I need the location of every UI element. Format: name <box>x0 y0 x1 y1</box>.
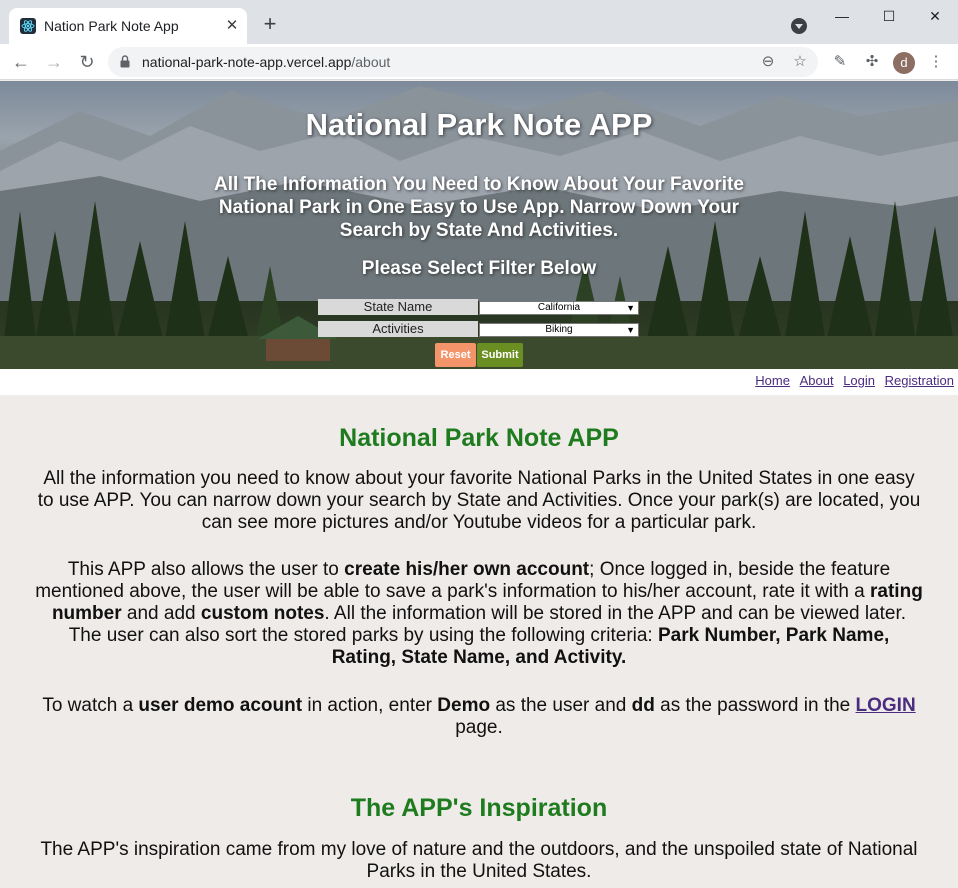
eyedropper-extension-icon[interactable]: ✎ <box>830 52 850 72</box>
state-name-label: State Name <box>318 299 478 315</box>
chevron-down-icon: ▼ <box>626 303 635 313</box>
hero-subtitle: All The Information You Need to Know Abo… <box>214 174 744 241</box>
close-window-icon[interactable]: ✕ <box>925 6 945 26</box>
about-content: National Park Note APP All the informati… <box>0 395 958 888</box>
forward-icon[interactable]: → <box>42 50 66 74</box>
activity-select[interactable]: Biking ▼ <box>479 323 639 337</box>
activities-label: Activities <box>318 321 478 337</box>
zoom-icon[interactable]: ⊖ <box>758 52 778 72</box>
extensions-puzzle-icon[interactable]: ✣ <box>862 52 882 72</box>
hero-banner: National Park Note APP All The Informati… <box>0 81 958 369</box>
address-bar[interactable]: national-park-note-app.vercel.app/about … <box>108 47 818 77</box>
inspiration-paragraph: The APP's inspiration came from my love … <box>40 839 918 882</box>
reload-icon[interactable]: ↻ <box>75 50 99 74</box>
state-select-value: California <box>537 302 581 313</box>
new-tab-icon[interactable]: + <box>260 13 280 35</box>
back-icon[interactable]: ← <box>9 50 33 74</box>
nav-login-link[interactable]: Login <box>843 373 875 388</box>
bookmark-star-icon[interactable]: ☆ <box>790 52 810 72</box>
browser-tab[interactable]: Nation Park Note App ✕ <box>9 8 247 44</box>
chevron-down-icon: ▼ <box>626 325 635 335</box>
submit-button[interactable]: Submit <box>477 343 523 367</box>
about-paragraph-3: To watch a user demo acount in action, e… <box>42 695 916 738</box>
reset-button[interactable]: Reset <box>435 343 476 367</box>
nav-home-link[interactable]: Home <box>755 373 790 388</box>
url-text: national-park-note-app.vercel.app/about <box>142 54 391 70</box>
about-paragraph-1: All the information you need to know abo… <box>37 468 921 533</box>
activity-select-value: Biking <box>545 324 573 335</box>
state-select[interactable]: California ▼ <box>479 301 639 315</box>
about-paragraph-2: This APP also allows the user to create … <box>35 559 923 668</box>
maximize-icon[interactable]: ☐ <box>879 6 899 26</box>
profile-avatar[interactable]: d <box>893 52 915 74</box>
site-nav: Home About Login Registration <box>0 369 958 395</box>
react-favicon-icon <box>20 18 36 34</box>
tab-search-icon[interactable] <box>791 18 807 34</box>
browser-menu-icon[interactable]: ⋮ <box>926 52 946 72</box>
lock-icon <box>120 55 130 68</box>
about-heading: National Park Note APP <box>339 424 619 452</box>
inspiration-heading: The APP's Inspiration <box>350 794 608 822</box>
login-inline-link[interactable]: LOGIN <box>856 695 916 716</box>
minimize-icon[interactable]: — <box>832 6 852 26</box>
nav-registration-link[interactable]: Registration <box>885 373 954 388</box>
hero-title: National Park Note APP <box>305 107 653 142</box>
browser-toolbar: ← → ↻ national-park-note-app.vercel.app/… <box>0 44 958 80</box>
nav-about-link[interactable]: About <box>800 373 834 388</box>
browser-tab-bar: Nation Park Note App ✕ + — ☐ ✕ <box>0 0 958 44</box>
tab-title: Nation Park Note App <box>44 18 179 34</box>
close-tab-icon[interactable]: ✕ <box>223 17 241 35</box>
filter-heading: Please Select Filter Below <box>361 258 597 279</box>
